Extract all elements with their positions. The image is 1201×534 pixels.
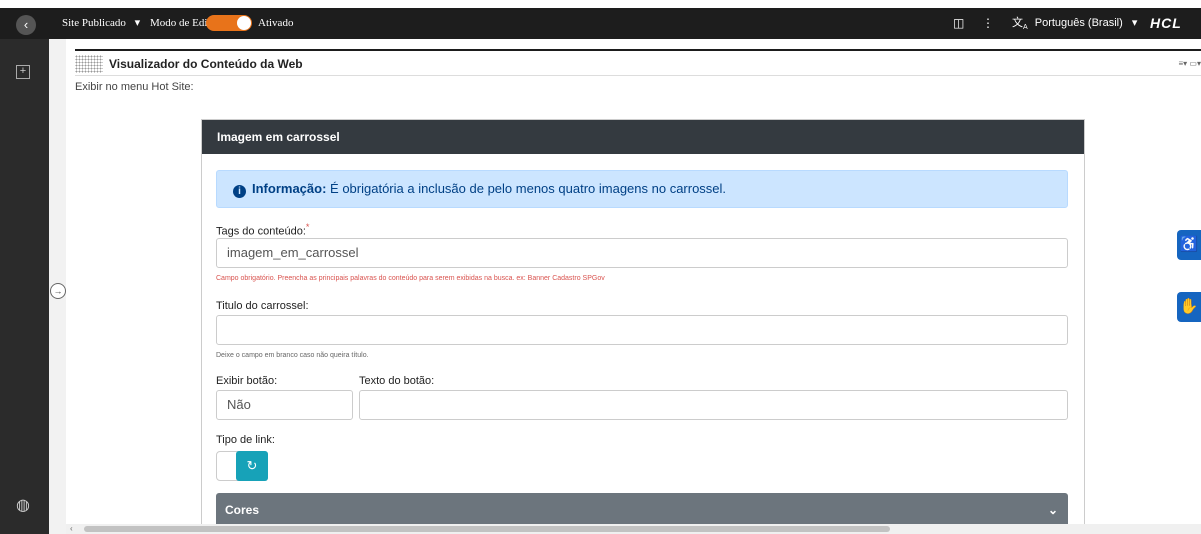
accessibility-icon[interactable]: ♿ <box>1177 230 1201 260</box>
chevron-left-icon[interactable]: ‹ <box>16 15 36 35</box>
tags-input[interactable]: imagem_em_carrossel <box>216 238 1068 268</box>
site-label: Site Publicado <box>62 17 126 29</box>
panel-icon[interactable]: ◫ <box>953 8 964 39</box>
expand-arrow-icon[interactable]: → <box>50 283 66 299</box>
title-input[interactable] <box>216 315 1068 345</box>
title-help: Deixe o campo em branco caso não queira … <box>216 352 369 359</box>
main-content: Visualizador do Conteúdo da Web ≡▾ ▭▾ Ex… <box>66 39 1201 534</box>
portlet-title: Visualizador do Conteúdo da Web <box>109 57 303 71</box>
caret-down-icon: ▾ <box>134 17 141 29</box>
site-published-dropdown[interactable]: Site Publicado ▾ <box>62 8 140 39</box>
carousel-form-card: Imagem em carrossel i Informação: É obrig… <box>201 119 1085 534</box>
toggle-knob <box>237 16 251 30</box>
more-options-icon[interactable]: ⋮ <box>982 8 994 39</box>
link-type-switch[interactable]: ↻ <box>216 451 268 481</box>
help-lifebuoy-icon[interactable]: ◍ <box>14 497 32 515</box>
refresh-icon[interactable]: ↻ <box>236 451 268 481</box>
drag-handle-icon[interactable] <box>75 55 103 73</box>
scrollbar-thumb[interactable] <box>84 526 890 532</box>
language-selector[interactable]: 文A Português (Brasil) ▾ <box>1012 8 1137 39</box>
sign-language-icon[interactable]: ✋ <box>1177 292 1201 322</box>
show-button-select[interactable]: Não <box>216 390 353 420</box>
button-text-label: Texto do botão: <box>359 375 435 387</box>
cores-label: Cores <box>225 503 260 517</box>
add-panel-icon[interactable]: + <box>16 65 30 79</box>
portlet-menu-icons[interactable]: ≡▾ ▭▾ <box>1179 59 1201 68</box>
edit-mode-toggle[interactable] <box>206 15 252 31</box>
translate-icon: 文A <box>1012 17 1028 32</box>
button-text-input[interactable] <box>359 390 1068 420</box>
info-alert: i Informação: É obrigatória a inclusão de… <box>216 170 1068 208</box>
left-rail: + ◍ <box>0 39 49 534</box>
alert-text: É obrigatória a inclusão de pelo menos q… <box>330 181 727 196</box>
alert-strong: Informação: <box>252 181 327 196</box>
link-type-label: Tipo de link: <box>216 434 275 446</box>
edit-mode-state: Ativado <box>258 17 294 29</box>
scroll-left-icon[interactable]: ‹ <box>70 524 73 534</box>
chevron-down-icon: ⌄ <box>1047 503 1058 517</box>
tags-label: Tags do conteúdo:* <box>216 222 310 238</box>
portlet-header: Visualizador do Conteúdo da Web ≡▾ ▭▾ <box>75 53 1201 76</box>
top-toolbar: ‹ Site Publicado ▾ Modo de Edição: Ativa… <box>0 0 1201 42</box>
hotsite-label: Exibir no menu Hot Site: <box>75 81 194 93</box>
title-label: Titulo do carrossel: <box>216 300 309 312</box>
hcl-logo: HCL <box>1150 15 1182 31</box>
info-icon: i <box>233 185 246 198</box>
tags-error: Campo obrigatório. Preencha as principai… <box>216 275 605 282</box>
language-label: Português (Brasil) <box>1034 17 1123 29</box>
card-header: Imagem em carrossel <box>202 120 1084 154</box>
cores-accordion[interactable]: Cores ⌄ <box>216 493 1068 527</box>
show-button-label: Exibir botão: <box>216 375 278 387</box>
caret-down-icon: ▾ <box>1131 17 1138 29</box>
horizontal-scrollbar[interactable]: ‹ <box>66 524 1201 534</box>
portlet-top-bar <box>75 49 1201 51</box>
